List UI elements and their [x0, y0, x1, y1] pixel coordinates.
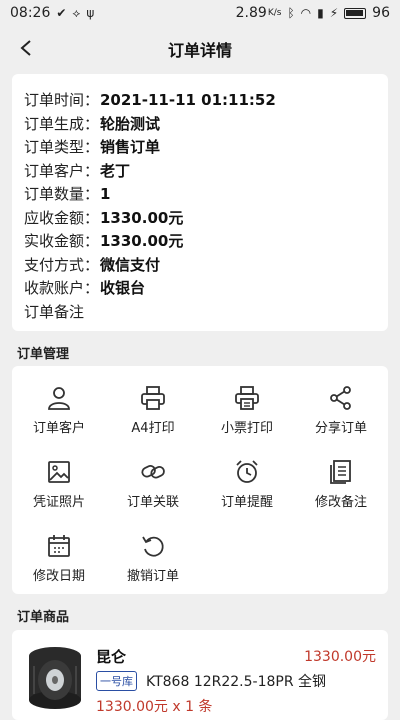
info-row-received: 实收金额： 1330.00元 [24, 232, 184, 251]
goods-spec: KT868 12R22.5-18PR 全钢 [146, 674, 327, 690]
wifi-icon: ◠ [300, 6, 312, 20]
goods-price-quantity: 1330.00元 x 1 条 [96, 699, 213, 715]
calendar-icon [48, 534, 70, 557]
info-row-quantity: 订单数量： 1 [24, 184, 111, 204]
info-row-remark: 订单备注 [24, 302, 85, 321]
battery-icon [344, 7, 367, 19]
share-icon [330, 385, 351, 410]
status-bar: 08:26 ✔ ⟡ ψ 2.89 K/s ᛒ ◠ ▮ ⚡ 96 [0, 0, 400, 26]
back-button[interactable] [14, 36, 38, 60]
goods-title: 订单商品 [17, 610, 70, 625]
undo-icon [142, 536, 164, 557]
person-icon [48, 386, 70, 410]
bluetooth-icon: ᛒ [287, 6, 295, 20]
edit-remark-button[interactable]: 修改备注 [294, 448, 388, 520]
share-order-button[interactable]: 分享订单 [294, 374, 388, 446]
order-management-card: 订单客户 A4打印 小票打印 分享订单 凭证照片 订单关联 订单提醒 修改备注 … [12, 366, 388, 594]
image-icon [48, 460, 70, 483]
goods-brand: 昆仑 [96, 648, 127, 666]
goods-price: 1330.00元 [304, 649, 376, 665]
management-title: 订单管理 [17, 347, 70, 362]
usb-icon: ψ [86, 6, 95, 20]
goods-card[interactable]: 昆仑 1330.00元 一号库 KT868 12R22.5-18PR 全钢 13… [12, 630, 388, 720]
clock: 08:26 [10, 5, 51, 21]
printer-icon [141, 385, 165, 410]
order-reminder-button[interactable]: 订单提醒 [200, 448, 294, 520]
link-icon [141, 464, 165, 478]
network-speed-unit: K/s [267, 8, 282, 18]
chevron-left-icon [20, 40, 31, 56]
app-bar: 订单详情 [0, 26, 400, 72]
info-row-account: 收款账户： 收银台 [24, 279, 146, 298]
info-row-type: 订单类型： 销售订单 [24, 138, 161, 157]
network-speed: 2.89 [235, 5, 267, 21]
info-row-time: 订单时间： 2021-11-11 01:11:52 [24, 90, 276, 110]
order-link-button[interactable]: 订单关联 [106, 448, 200, 520]
voucher-photo-button[interactable]: 凭证照片 [12, 448, 106, 520]
signal-icon: ▮ [317, 6, 324, 20]
info-row-customer: 订单客户： 老丁 [24, 161, 131, 180]
note-icon [330, 459, 351, 484]
receipt-printer-icon [235, 385, 259, 410]
battery-level: 96 [372, 5, 390, 21]
alarm-icon [236, 459, 258, 483]
cancel-order-button[interactable]: 撤销订单 [106, 522, 200, 594]
order-info-card: 订单时间： 2021-11-11 01:11:52 订单生成： 轮胎测试 订单类型：… [12, 74, 388, 331]
share-status-icon: ⟡ [72, 5, 81, 20]
info-row-receivable: 应收金额： 1330.00元 [24, 208, 184, 227]
info-row-payment: 支付方式： 微信支付 [24, 255, 161, 274]
edit-date-button[interactable]: 修改日期 [12, 522, 106, 594]
a4-print-button[interactable]: A4打印 [106, 374, 200, 446]
check-circle-icon: ✔ [56, 6, 67, 20]
warehouse-tag: 一号库 [96, 671, 137, 691]
tire-image [29, 647, 81, 709]
receipt-print-button[interactable]: 小票打印 [200, 374, 294, 446]
order-customer-button[interactable]: 订单客户 [12, 374, 106, 446]
charging-icon: ⚡ [329, 6, 339, 20]
info-row-creator: 订单生成： 轮胎测试 [24, 114, 161, 133]
page-title: 订单详情 [167, 41, 232, 60]
